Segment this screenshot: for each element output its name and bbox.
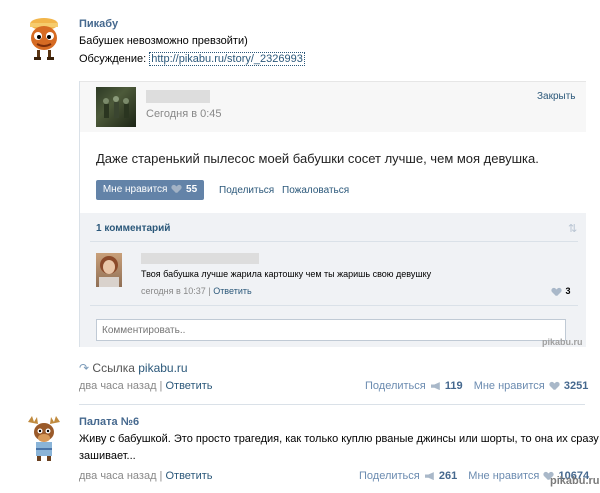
comment-meta: сегодня в 10:37 | Ответить [141, 286, 252, 296]
pikabu-avatar[interactable] [24, 14, 64, 62]
group-photo-icon [103, 96, 129, 118]
share-label: Поделиться [365, 380, 426, 392]
comment-text: Твоя бабушка лучше жарила картошку чем т… [141, 269, 432, 279]
comment-like-count: 3 [565, 286, 571, 296]
like-count: 3251 [563, 380, 589, 392]
like-label: Мне нравится [468, 470, 540, 482]
post-meta: два часа назад | Ответить [79, 470, 213, 482]
embed-avatar[interactable] [96, 87, 136, 127]
page-watermark: pikabu.ru [550, 475, 600, 487]
post-text-line1: Живу с бабушкой. Это просто трагедия, ка… [79, 433, 599, 445]
source-line: ↷ Ссылка pikabu.ru [79, 361, 188, 375]
comment-time: сегодня в 10:37 [141, 286, 206, 296]
embed-text: Даже старенький пылесос моей бабушки сос… [96, 151, 539, 166]
comment-likes[interactable]: 3 [550, 286, 571, 296]
heart-icon [552, 288, 561, 296]
comments-header[interactable]: 1 комментарий [96, 223, 170, 234]
collapse-arrows-icon[interactable]: ⇅ [568, 222, 577, 235]
share-label: Поделиться [359, 470, 420, 482]
comment-author-redacted [141, 253, 259, 264]
embed-report-link[interactable]: Пожаловаться [282, 185, 349, 196]
post-author[interactable]: Пикабу [79, 18, 118, 30]
embed-time: Сегодня в 0:45 [146, 108, 222, 120]
pikabu-watermark: pikabu.ru [542, 337, 583, 347]
embed-like-count: 55 [186, 184, 198, 195]
comment-reply-link[interactable]: Ответить [213, 286, 251, 296]
embed-close-link[interactable]: Закрыть [537, 91, 576, 102]
comment-separator: | [208, 286, 211, 296]
heart-icon [172, 185, 181, 193]
embed-header [80, 81, 586, 132]
post-time[interactable]: два часа назад [79, 380, 156, 392]
link-arrow-icon: ↷ [79, 361, 90, 375]
discussion-link[interactable]: http://pikabu.ru/story/_2326993 [149, 52, 305, 66]
embed-like-label: Мне нравится [102, 184, 168, 195]
user-photo-icon [99, 256, 119, 287]
embed-like-button[interactable]: Мне нравится 55 [96, 180, 204, 200]
share-count: 261 [438, 470, 458, 482]
post-reply-link[interactable]: Ответить [165, 380, 212, 392]
post-time[interactable]: два часа назад [79, 470, 156, 482]
post-meta: два часа назад | Ответить [79, 380, 213, 392]
like-label: Мне нравится [473, 380, 545, 392]
megaphone-icon [424, 472, 434, 481]
like-button[interactable]: Мне нравится 3251 [474, 380, 589, 392]
post-divider [79, 404, 585, 405]
embed-author-redacted [146, 90, 210, 103]
megaphone-icon [430, 382, 440, 391]
embed-share-link[interactable]: Поделиться [219, 185, 274, 196]
share-count: 119 [444, 380, 463, 392]
embedded-post: Сегодня в 0:45 Закрыть Даже старенький п… [79, 81, 586, 347]
discussion-label: Обсуждение: [79, 53, 147, 65]
palata-avatar[interactable] [24, 414, 64, 462]
post-text-line2: зашивает... [79, 450, 136, 462]
post-author[interactable]: Палата №6 [79, 416, 139, 428]
heart-icon [550, 382, 559, 390]
comment-input[interactable] [96, 319, 566, 341]
comments-divider [90, 305, 578, 306]
source-link[interactable]: pikabu.ru [138, 361, 187, 375]
discussion-line: Обсуждение: http://pikabu.ru/story/_2326… [79, 52, 305, 66]
comments-divider [90, 241, 578, 242]
moose-mascot-icon [28, 416, 60, 461]
post-actions: Поделиться 119 Мне нравится 3251 [365, 380, 588, 392]
share-button[interactable]: Поделиться 119 [365, 380, 466, 392]
pikabu-mascot-icon [30, 18, 58, 60]
share-button[interactable]: Поделиться 261 [359, 470, 460, 482]
comment-avatar[interactable] [96, 253, 122, 287]
post-separator: | [159, 380, 163, 392]
post-reply-link[interactable]: Ответить [165, 470, 212, 482]
source-label: Ссылка [92, 361, 135, 375]
post-separator: | [159, 470, 163, 482]
post-text: Бабушек невозможно превзойти) [79, 35, 248, 47]
